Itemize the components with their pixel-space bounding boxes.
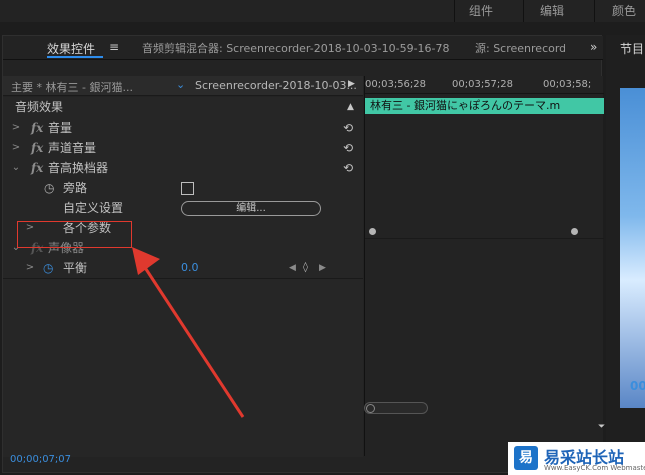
fx-icon[interactable]: fx <box>31 138 43 158</box>
timeline-ruler[interactable]: 00;03;56;28 00;03;57;28 00;03;58; <box>365 76 604 94</box>
stopwatch-icon[interactable]: ◷ <box>44 178 54 198</box>
bypass-checkbox[interactable] <box>181 182 194 195</box>
next-keyframe-icon[interactable]: ▶ <box>319 258 326 278</box>
red-arrow-annotation <box>132 247 245 418</box>
panel-tab-row: 效果控件 ≡ 音频剪辑混合器: Screenrecorder-2018-10-0… <box>3 36 603 60</box>
stopwatch-active-icon[interactable]: ◷ <box>43 258 53 278</box>
workspace-tab-editing[interactable]: 编辑 <box>540 2 564 19</box>
timecode-tick: 00;03;58; <box>543 79 592 90</box>
effect-label: 音量 <box>48 121 73 135</box>
active-tab-indicator <box>47 56 103 58</box>
timeline-clip[interactable]: 林有三 - 銀河猫にゃぽろんのテーマ.m <box>365 98 604 114</box>
param-label: 平衡 <box>63 261 88 275</box>
reset-dropdown-icon[interactable]: ⟲ <box>343 158 353 178</box>
watermark-url: Www.EasyCK.Com Webmaster <box>544 464 645 472</box>
arrow-shaft <box>140 262 245 418</box>
fx-icon[interactable]: fx <box>31 118 43 138</box>
effect-label: 音高换档器 <box>48 161 109 175</box>
zoom-scroll-handle[interactable] <box>366 404 375 413</box>
chevron-down-icon[interactable]: ⌄ <box>176 78 185 91</box>
panel-menu-icon[interactable]: ≡ <box>109 40 119 54</box>
tab-audio-clip-mixer[interactable]: 音频剪辑混合器: Screenrecorder-2018-10-03-10-59… <box>142 40 450 56</box>
section-audio-effects: 音频效果 ▲ <box>3 97 363 117</box>
effect-label: 声道音量 <box>48 141 97 155</box>
divider <box>365 238 604 239</box>
param-label: 旁路 <box>63 181 88 195</box>
clip-name-link[interactable]: Screenrecorder-2018-10-03... <box>195 79 357 92</box>
play-clip-icon[interactable]: ▶ <box>348 79 355 89</box>
timecode-tick: 00;03;57;28 <box>452 79 514 90</box>
filter-icon[interactable]: ⏷ <box>598 422 605 432</box>
workspace-divider <box>594 0 595 22</box>
clip-selector-row: 主要 * 林有三 - 銀河猫... ⌄ Screenrecorder-2018-… <box>3 76 363 96</box>
twirl-closed-icon[interactable]: > <box>11 118 21 138</box>
twirl-closed-icon[interactable]: > <box>25 258 35 278</box>
workspace-divider <box>454 0 455 22</box>
add-keyframe-icon[interactable]: ◊ <box>303 258 308 278</box>
highlight-box <box>17 221 132 248</box>
effect-pitch-shifter[interactable]: ⌄ fx 音高换档器 ⟲ <box>3 158 363 178</box>
current-timecode[interactable]: 00;00;07;07 <box>10 454 71 465</box>
scroll-up-icon[interactable]: ▲ <box>347 97 354 117</box>
master-clip-dropdown[interactable]: 主要 * 林有三 - 銀河猫... <box>11 79 133 95</box>
workspace-bar: 组件 编辑 颜色 <box>0 0 645 22</box>
reset-icon[interactable]: ⟲ <box>343 118 353 138</box>
param-bypass: ◷ 旁路 <box>3 178 363 198</box>
panel-overflow-icon[interactable]: » <box>590 40 597 54</box>
effect-channel-volume[interactable]: > fx 声道音量 ⟲ <box>3 138 363 158</box>
prev-keyframe-icon[interactable]: ◀ <box>289 258 296 278</box>
program-timecode[interactable]: 00 <box>630 379 645 393</box>
watermark-logo: 易 <box>514 446 538 470</box>
tab-program[interactable]: 节目 <box>620 40 644 57</box>
param-label: 自定义设置 <box>63 201 124 215</box>
edit-button[interactable]: 编辑... <box>181 201 321 216</box>
keyframe-dot[interactable] <box>369 228 376 235</box>
twirl-closed-icon[interactable]: > <box>11 138 21 158</box>
tab-source[interactable]: 源: Screenrecorde <box>475 40 565 56</box>
program-video-frame <box>620 88 645 408</box>
effect-timeline: 00;03;56;28 00;03;57;28 00;03;58; 林有三 - … <box>364 76 604 456</box>
timecode-tick: 00;03;56;28 <box>365 79 427 90</box>
workspace-divider <box>523 0 524 22</box>
effect-volume[interactable]: > fx 音量 ⟲ <box>3 118 363 138</box>
effect-controls-panel: 效果控件 ≡ 音频剪辑混合器: Screenrecorder-2018-10-0… <box>2 35 604 473</box>
param-custom-setup: 自定义设置 编辑... <box>3 198 363 218</box>
reset-icon[interactable]: ⟲ <box>343 138 353 158</box>
fx-icon[interactable]: fx <box>31 158 43 178</box>
tab-effect-controls[interactable]: 效果控件 <box>47 40 95 57</box>
twirl-open-icon[interactable]: ⌄ <box>11 158 21 178</box>
keyframe-dot[interactable] <box>571 228 578 235</box>
workspace-tab-color[interactable]: 颜色 <box>612 2 636 19</box>
workspace-tab-assembly[interactable]: 组件 <box>469 2 493 19</box>
section-title: 音频效果 <box>15 100 64 114</box>
